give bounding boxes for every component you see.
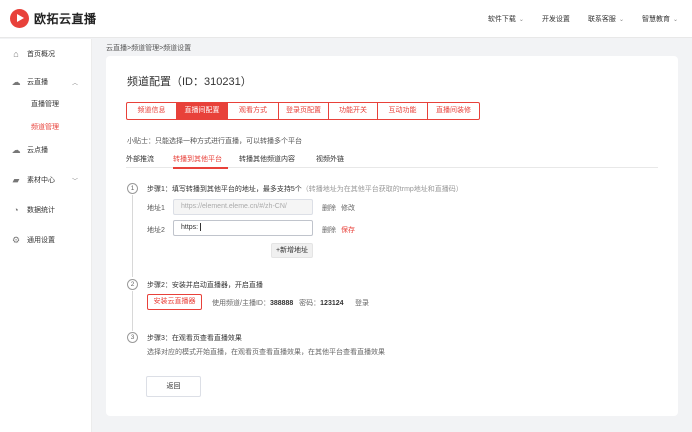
chevron-down-icon: ⌄: [672, 16, 678, 23]
account-label: 使用频道/主播ID：: [212, 300, 270, 307]
password-value: 123124: [320, 300, 344, 307]
step-2-number: 2: [127, 279, 138, 290]
sidebar-subitem-channel-manage[interactable]: 频道管理: [31, 122, 59, 132]
sidebar-item-home[interactable]: ⌂ 首页概况: [0, 47, 92, 61]
step-connector-line: [132, 291, 133, 331]
home-icon: ⌂: [13, 49, 19, 59]
subtab-relay-other-channel[interactable]: 转播其他频道内容: [239, 154, 295, 164]
install-live-streamer-button[interactable]: 安装云直播器: [147, 294, 202, 310]
sidebar-item-label: 云点播: [27, 147, 48, 154]
config-tabs: 频道信息 直播间配置 观看方式 登录页配置 功能开关 互动功能 直播间装修: [126, 102, 480, 120]
tab-viewing-mode[interactable]: 观看方式: [228, 103, 279, 119]
cloud-icon: ☁: [11, 77, 21, 87]
folder-icon: ▰: [12, 175, 20, 185]
topnav-label: 联系客服: [587, 16, 616, 23]
sidebar-item-label: 数据统计: [27, 207, 55, 214]
sidebar-item-label: 通用设置: [27, 237, 55, 244]
step-3-description: 选择对应的模式开始直播，在观看页查看直播效果，在其他平台查看直播效果: [147, 349, 385, 356]
sidebar-item-cloud-vod[interactable]: ☁ 云点播: [0, 143, 92, 157]
chevron-up-icon: ︿: [71, 80, 78, 87]
subtab-video-external-link[interactable]: 视频外链: [316, 154, 344, 164]
topnav-software-download[interactable]: 软件下载 ⌄: [488, 14, 524, 24]
cloud-play-icon: ☁: [11, 145, 21, 155]
topnav-label: 智慧教育: [641, 16, 670, 23]
address-1-edit-link[interactable]: 修改: [341, 203, 355, 213]
subtabs: 外部推流 转播到其他平台 转播其他频道内容 视频外链: [126, 152, 658, 169]
chart-icon: ◔: [13, 205, 19, 215]
subtab-external-push[interactable]: 外部推流: [126, 154, 154, 164]
brand-logo[interactable]: 欧拓云直播: [10, 9, 97, 28]
sidebar-item-statistics[interactable]: ◔ 数据统计: [0, 203, 92, 217]
address-1-delete-link[interactable]: 删除: [322, 203, 336, 213]
tab-feature-switches[interactable]: 功能开关: [329, 103, 378, 119]
step-1-title-text: 步骤1：填写转播到其他平台的地址，最多支持5个: [147, 186, 302, 193]
sidebar-subitem-live-manage[interactable]: 直播管理: [31, 99, 59, 109]
address-2-label: 地址2: [147, 227, 165, 234]
topnav-label: 软件下载: [487, 16, 516, 23]
chevron-down-icon: ﹀: [71, 178, 78, 185]
topnav-smart-education[interactable]: 智慧教育 ⌄: [642, 14, 678, 24]
top-bar: 欧拓云直播 软件下载 ⌄ 开发设置 联系客服 ⌄ 智慧教育 ⌄: [0, 0, 692, 38]
step-1-hint: （转播地址为在其他平台获取的trmp地址和直播码）: [301, 186, 463, 193]
step-connector-line: [132, 195, 133, 277]
top-nav: 软件下载 ⌄ 开发设置 联系客服 ⌄ 智慧教育 ⌄: [470, 14, 678, 24]
address-1-input[interactable]: https://element.eleme.cn/#/zh-CN/: [173, 199, 313, 215]
address-1-label: 地址1: [147, 205, 165, 212]
step-3-title: 步骤3：在观看页查看直播效果: [147, 335, 242, 342]
address-2-save-link[interactable]: 保存: [341, 225, 355, 235]
step-2-title: 步骤2：安装并启动直播器，开启直播: [147, 282, 263, 289]
password-label: 密码：: [299, 300, 321, 307]
login-link[interactable]: 登录: [355, 298, 369, 308]
chevron-down-icon: ⌄: [518, 16, 524, 23]
tip-text: 小贴士：只能选择一种方式进行直播，可以转播多个平台: [127, 138, 302, 145]
tab-live-room-config[interactable]: 直播间配置: [177, 103, 228, 119]
address-2-value: https:: [181, 224, 199, 231]
sidebar-item-general-settings[interactable]: ⚙ 通用设置: [0, 233, 92, 247]
sidebar-item-label: 素材中心: [27, 177, 55, 184]
active-subtab-indicator: [173, 167, 228, 169]
step-1-number: 1: [127, 183, 138, 194]
account-info: 使用频道/主播ID：388888 密码：123124: [212, 298, 344, 308]
back-button[interactable]: 返回: [146, 376, 201, 397]
brand-name: 欧拓云直播: [34, 12, 97, 26]
gear-icon: ⚙: [11, 235, 21, 245]
add-address-button[interactable]: +新增地址: [271, 243, 313, 258]
sidebar-item-material-center[interactable]: ▰ 素材中心 ﹀: [0, 173, 92, 187]
breadcrumb[interactable]: 云直播>频道管理>频道设置: [106, 43, 191, 53]
address-2-delete-link[interactable]: 删除: [322, 225, 336, 235]
sidebar-item-cloud-live[interactable]: ☁ 云直播 ︿: [0, 75, 92, 89]
logo-play-icon: [10, 9, 29, 28]
tab-login-page-config[interactable]: 登录页配置: [279, 103, 329, 119]
step-1-title: 步骤1：填写转播到其他平台的地址，最多支持5个（转播地址为在其他平台获取的trm…: [147, 184, 463, 194]
address-2-input[interactable]: https:: [173, 220, 313, 236]
chevron-down-icon: ⌄: [618, 16, 624, 23]
step-3-number: 3: [127, 332, 138, 343]
sidebar: ⌂ 首页概况 ☁ 云直播 ︿ 直播管理 频道管理 ☁ 云点播 ▰ 素材中心 ﹀ …: [0, 39, 92, 432]
topnav-label: 开发设置: [541, 16, 570, 23]
account-value: 388888: [269, 300, 294, 307]
tab-interactive-features[interactable]: 互动功能: [378, 103, 428, 119]
topnav-dev-settings[interactable]: 开发设置: [542, 14, 570, 24]
sidebar-item-label: 首页概况: [27, 51, 55, 58]
subtab-relay-to-other-platforms[interactable]: 转播到其他平台: [173, 154, 222, 164]
main-card: 频道配置（ID：310231） 频道信息 直播间配置 观看方式 登录页配置 功能…: [106, 56, 678, 416]
tab-channel-info[interactable]: 频道信息: [127, 103, 177, 119]
topnav-contact-support[interactable]: 联系客服 ⌄: [588, 14, 624, 24]
text-cursor: [200, 223, 202, 232]
tab-live-room-decoration[interactable]: 直播间装修: [428, 103, 479, 119]
page-title: 频道配置（ID：310231）: [127, 76, 252, 88]
sidebar-item-label: 云直播: [27, 79, 48, 86]
